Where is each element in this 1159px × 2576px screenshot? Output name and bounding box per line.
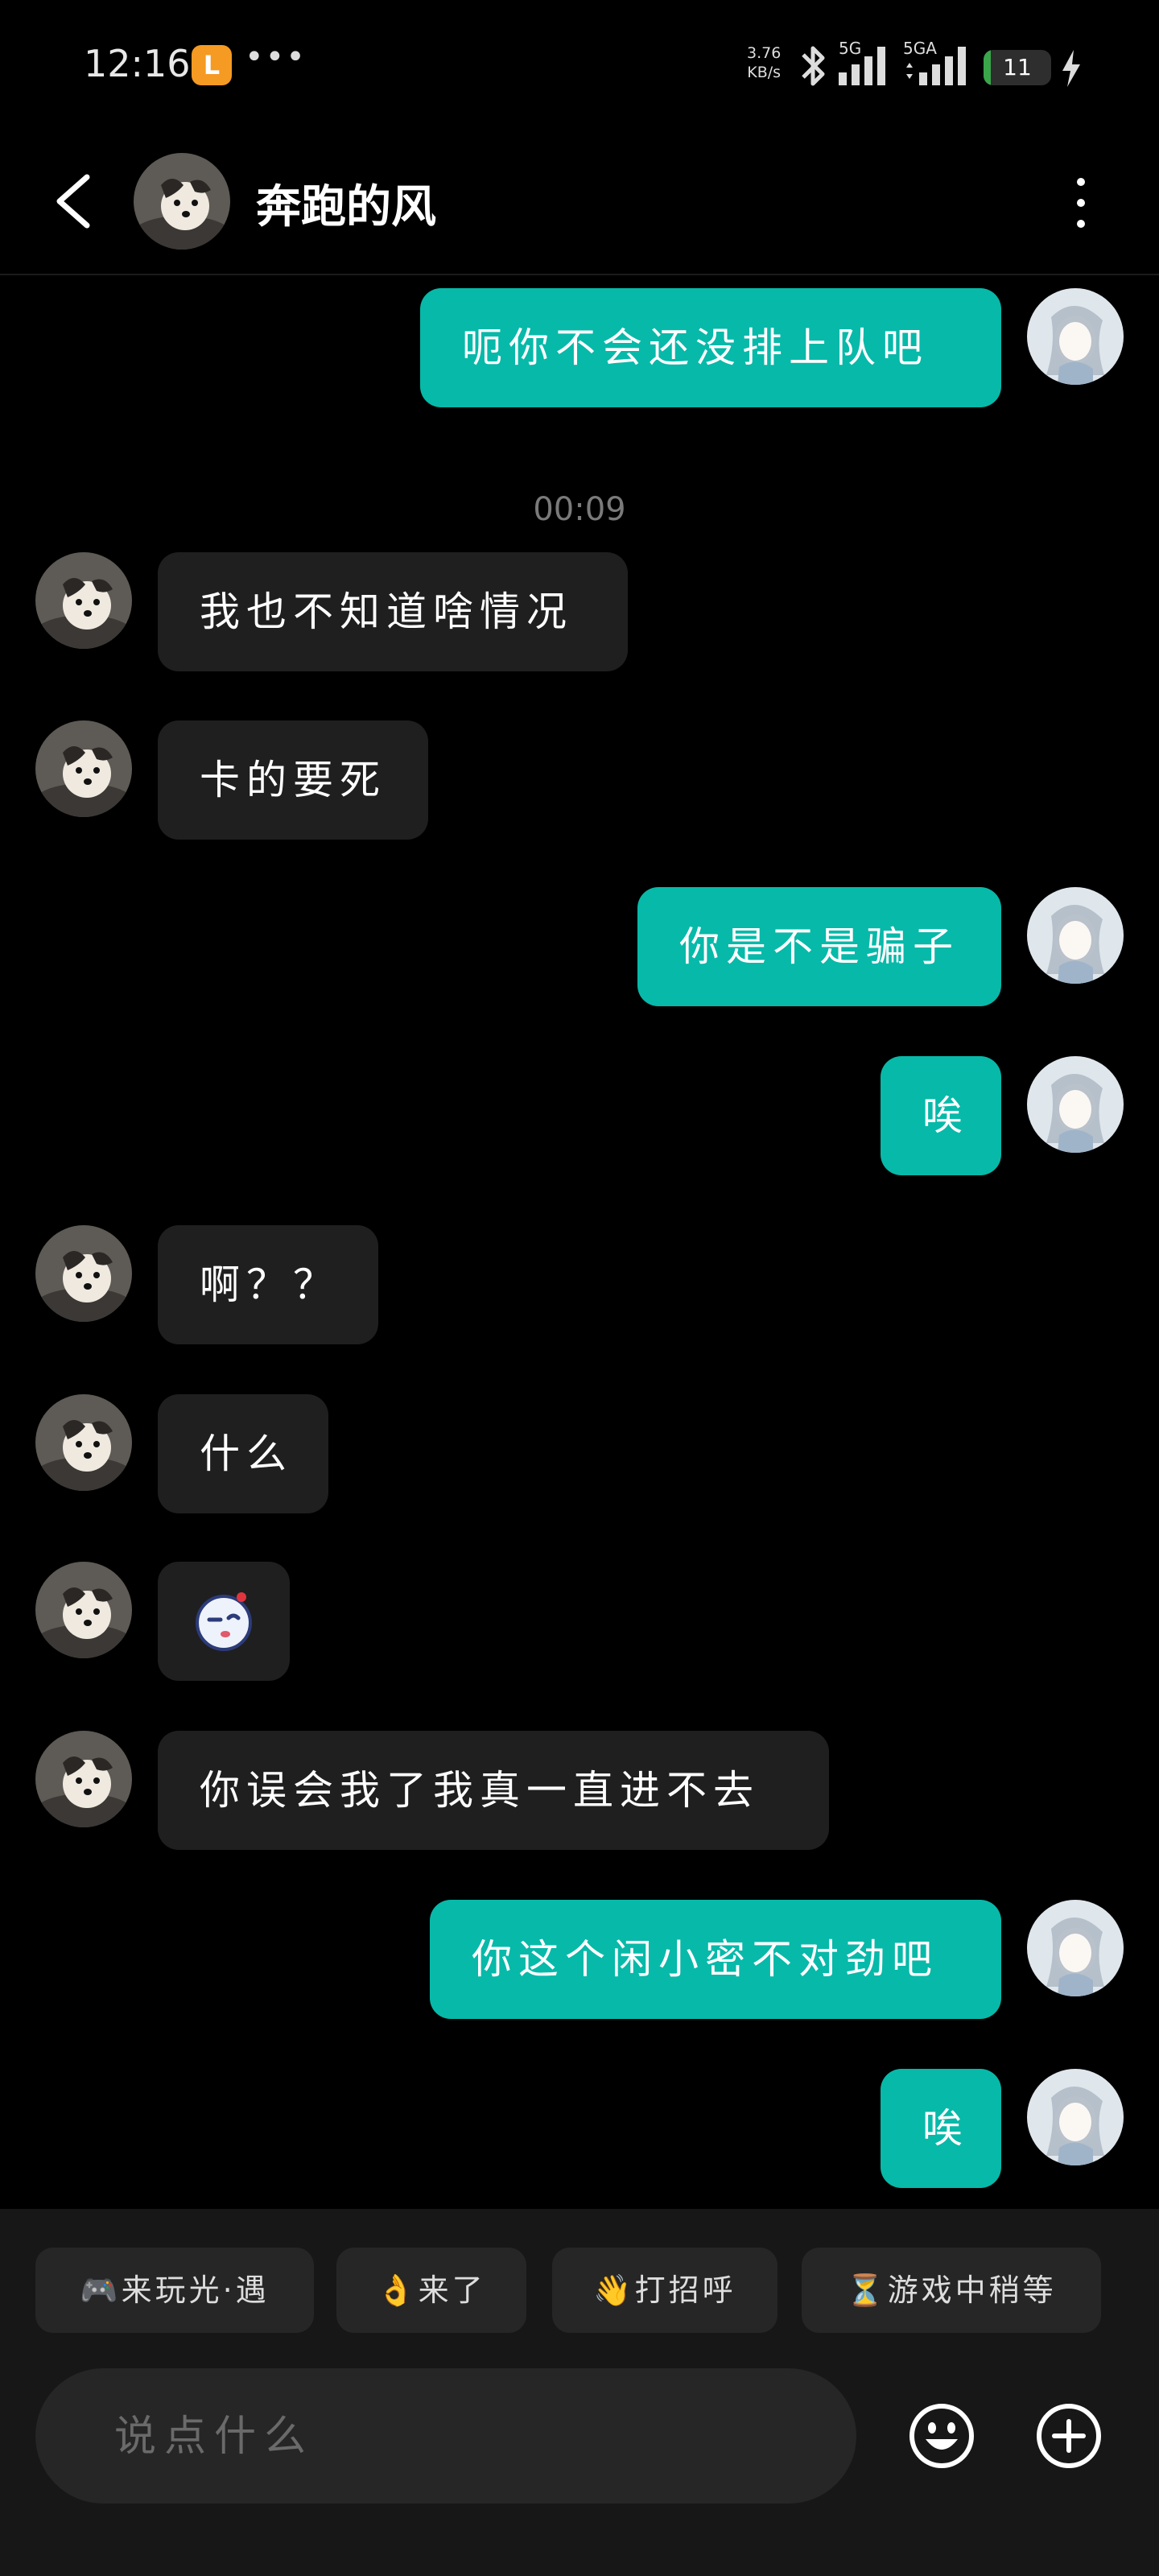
contact-avatar[interactable] (35, 720, 132, 817)
contact-avatar[interactable] (35, 1225, 132, 1322)
game-controller-icon: 🎮 (80, 2273, 118, 2308)
sent-message-bubble[interactable]: 你是不是骗子 (637, 887, 1001, 1006)
contact-avatar[interactable] (35, 1731, 132, 1827)
network-speed: 3.76 KB/s (747, 43, 781, 82)
quick-reply-coming[interactable]: 👌 来了 (336, 2248, 526, 2333)
add-attachment-icon[interactable] (1035, 2402, 1103, 2470)
received-message-bubble[interactable]: 卡的要死 (158, 720, 428, 840)
message-timestamp: 00:09 (533, 491, 626, 528)
back-arrow-icon[interactable] (42, 169, 106, 233)
contact-avatar[interactable] (35, 552, 132, 649)
hourglass-icon: ⏳ (846, 2273, 885, 2308)
my-avatar[interactable] (1027, 2069, 1124, 2165)
sent-message-bubble[interactable]: 你这个闲小密不对劲吧 (430, 1900, 1001, 2019)
dog-avatar-icon (134, 153, 230, 250)
received-message-bubble[interactable]: 啊？？ (158, 1225, 378, 1344)
more-options-icon[interactable] (1061, 167, 1101, 240)
wink-face-emoji-icon (196, 1592, 252, 1651)
app-notification-icon: L (192, 45, 232, 85)
sent-message-bubble[interactable]: 唉 (881, 2069, 1001, 2188)
received-message-bubble[interactable]: 什么 (158, 1394, 328, 1513)
signal-strength-icon (839, 47, 885, 85)
quick-reply-label: 游戏中稍等 (887, 2273, 1057, 2308)
battery-level-text: 11 (1003, 54, 1032, 80)
status-bar: 12:16 L ••• 3.76 KB/s 5G 5GA 11 (0, 0, 1159, 129)
quick-reply-play[interactable]: 🎮 来玩光·遇 (35, 2248, 314, 2333)
ok-hand-icon: 👌 (377, 2273, 415, 2308)
quick-reply-label: 来了 (418, 2273, 486, 2308)
received-message-bubble[interactable]: 我也不知道啥情况 (158, 552, 628, 671)
my-avatar[interactable] (1027, 1056, 1124, 1153)
charging-icon (1062, 50, 1080, 87)
sticker-message-bubble[interactable] (158, 1562, 290, 1681)
received-message-bubble[interactable]: 你误会我了我真一直进不去 (158, 1731, 829, 1850)
bluetooth-icon (802, 46, 825, 86)
signal-strength-2-icon (906, 47, 966, 85)
battery-icon: 11 (984, 50, 1051, 85)
input-area: 🎮 来玩光·遇 👌 来了 👋 打招呼 ⏳ 游戏中稍等 (0, 2209, 1159, 2576)
quick-reply-greet[interactable]: 👋 打招呼 (552, 2248, 777, 2333)
waving-hand-icon: 👋 (593, 2273, 632, 2308)
quick-reply-in-game[interactable]: ⏳ 游戏中稍等 (802, 2248, 1101, 2333)
contact-avatar[interactable] (35, 1394, 132, 1491)
my-avatar[interactable] (1027, 1900, 1124, 1996)
my-avatar[interactable] (1027, 887, 1124, 984)
quick-reply-label: 来玩光·遇 (121, 2273, 270, 2308)
message-list[interactable]: 呃你不会还没排上队吧 00:09 我也不知道啥情况 卡的要死 你是不是骗子唉啊？？ 什么你… (0, 274, 1159, 2209)
sent-message-bubble[interactable]: 唉 (881, 1056, 1001, 1175)
contact-avatar[interactable] (35, 1562, 132, 1658)
network-speed-value: 3.76 (747, 44, 782, 62)
quick-reply-label: 打招呼 (634, 2273, 736, 2308)
status-time: 12:16 (84, 42, 191, 85)
contact-avatar[interactable] (134, 153, 230, 250)
chat-header: 奔跑的风 (0, 129, 1159, 275)
sent-message-bubble[interactable]: 呃你不会还没排上队吧 (420, 288, 1001, 407)
my-avatar[interactable] (1027, 288, 1124, 385)
emoji-icon[interactable] (908, 2402, 975, 2470)
message-input[interactable] (113, 2368, 824, 2505)
network-speed-unit: KB/s (747, 64, 782, 81)
message-input-box[interactable] (35, 2368, 856, 2505)
contact-name: 奔跑的风 (256, 181, 436, 233)
more-notifications-icon: ••• (245, 39, 307, 76)
